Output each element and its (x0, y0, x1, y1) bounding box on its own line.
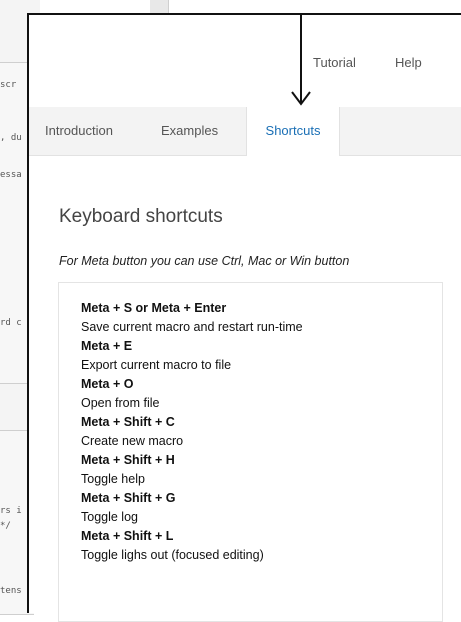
shortcut-item: Meta + Shift + G Toggle log (81, 489, 442, 527)
background-code-fragment: , du (0, 133, 22, 143)
tab-shortcuts[interactable]: Shortcuts (246, 107, 340, 156)
shortcut-keys: Meta + Shift + L (81, 529, 174, 543)
shortcut-description: Toggle lighs out (focused editing) (81, 548, 264, 562)
shortcut-keys: Meta + S or Meta + Enter (81, 301, 227, 315)
shortcut-keys: Meta + Shift + C (81, 415, 175, 429)
shortcut-item: Meta + O Open from file (81, 375, 442, 413)
shortcut-list: Meta + S or Meta + Enter Save current ma… (58, 282, 443, 622)
shortcut-keys: Meta + E (81, 339, 133, 353)
help-topbar: Tutorial Help (29, 15, 461, 107)
shortcuts-content: Keyboard shortcuts For Meta button you c… (29, 156, 461, 622)
background-code-fragment: rs i (0, 506, 22, 516)
nav-tutorial-link[interactable]: Tutorial (313, 55, 356, 70)
page-title: Keyboard shortcuts (59, 206, 223, 227)
shortcut-description: Create new macro (81, 434, 184, 448)
shortcut-description: Save current macro and restart run-time (81, 320, 303, 334)
shortcut-description: Toggle help (81, 472, 145, 486)
background-code-fragment: scr (0, 80, 17, 90)
shortcut-item: Meta + Shift + H Toggle help (81, 451, 442, 489)
shortcut-item: Meta + Shift + L Toggle lighs out (focus… (81, 527, 442, 565)
background-code-fragment: rd c (0, 318, 22, 328)
tabs-bar: Introduction Examples Shortcuts (29, 107, 461, 156)
nav-help-link[interactable]: Help (395, 55, 422, 70)
down-arrow-icon (291, 15, 311, 106)
help-panel: Tutorial Help Introduction Examples Shor… (27, 13, 461, 622)
shortcut-item: Meta + Shift + C Create new macro (81, 413, 442, 451)
background-code-fragment: */ (0, 521, 11, 531)
shortcut-item: Meta + E Export current macro to file (81, 337, 442, 375)
shortcut-description: Toggle log (81, 510, 138, 524)
shortcut-description: Open from file (81, 396, 160, 410)
shortcut-description: Export current macro to file (81, 358, 232, 372)
background-code-fragment: tens (0, 586, 22, 596)
tab-introduction[interactable]: Introduction (45, 107, 113, 155)
shortcut-keys: Meta + Shift + G (81, 491, 176, 505)
meta-key-note: For Meta button you can use Ctrl, Mac or… (59, 254, 350, 268)
shortcut-keys: Meta + Shift + H (81, 453, 175, 467)
tab-examples[interactable]: Examples (161, 107, 218, 155)
shortcut-item: Meta + S or Meta + Enter Save current ma… (81, 299, 442, 337)
shortcut-keys: Meta + O (81, 377, 134, 391)
background-code-fragment: essa (0, 170, 22, 180)
